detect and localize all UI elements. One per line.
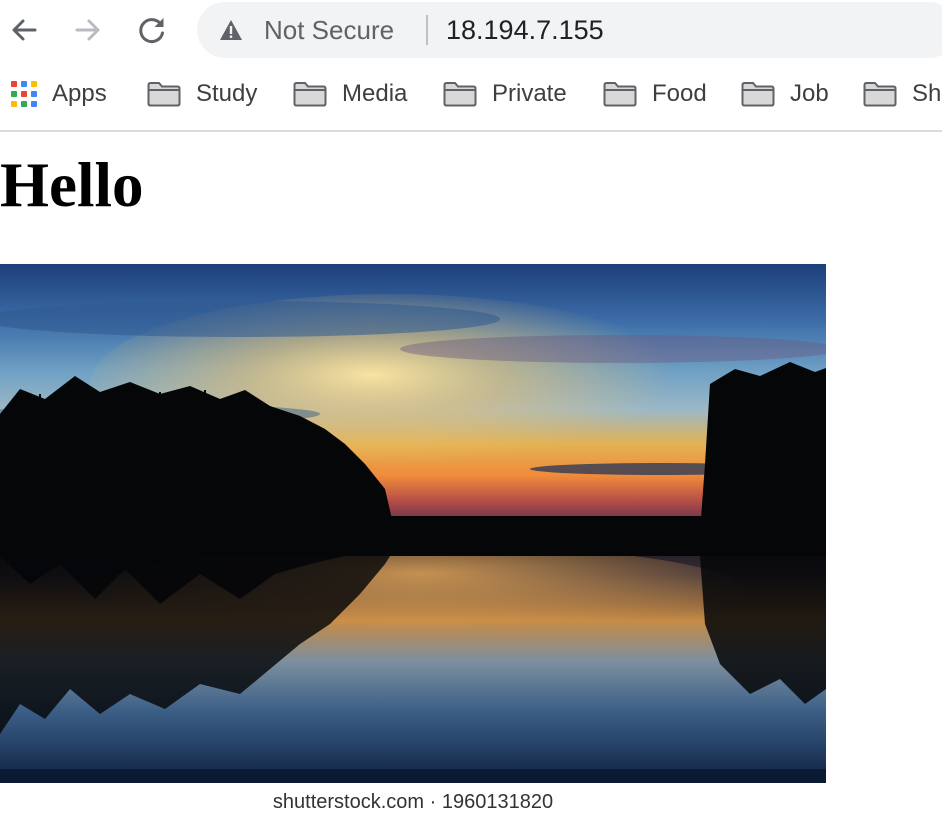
folder-icon <box>293 82 327 107</box>
apps-grid-icon <box>11 81 37 107</box>
bookmark-food[interactable]: Food <box>603 76 707 112</box>
bookmark-job[interactable]: Job <box>741 76 829 112</box>
bookmark-label: Apps <box>52 80 107 107</box>
sunset-lake-photo <box>0 264 826 783</box>
url-text[interactable]: 18.194.7.155 <box>446 14 604 46</box>
bookmarks-bar: Apps Study Media Private Food Job Sh <box>0 62 942 132</box>
browser-toolbar: Not Secure 18.194.7.155 <box>0 0 942 62</box>
omnibox-divider <box>426 15 428 45</box>
folder-icon <box>603 82 637 107</box>
bookmark-label: Study <box>196 80 258 107</box>
reload-icon <box>139 18 164 44</box>
image-caption: shutterstock.com · 1960131820 <box>272 791 554 813</box>
bookmark-media[interactable]: Media <box>293 76 407 112</box>
bookmark-study[interactable]: Study <box>147 76 257 112</box>
bookmark-apps[interactable]: Apps <box>11 76 107 112</box>
bookmark-sh[interactable]: Sh <box>863 76 941 112</box>
folder-icon <box>147 82 181 107</box>
back-button[interactable] <box>4 10 44 50</box>
arrow-right-icon <box>75 19 100 41</box>
forward-button[interactable] <box>68 10 108 50</box>
bookmark-label: Job <box>790 80 829 107</box>
folder-icon <box>741 82 775 107</box>
warning-icon[interactable] <box>219 19 243 41</box>
bookmark-label: Private <box>492 80 567 107</box>
folder-icon <box>863 82 897 107</box>
bookmark-label: Media <box>342 80 408 107</box>
security-status-text[interactable]: Not Secure <box>264 14 394 46</box>
bookmark-private[interactable]: Private <box>443 76 567 112</box>
page-content: Hello shutterstock.com · 1960131820 <box>0 132 942 830</box>
arrow-left-icon <box>12 19 37 41</box>
page-heading: Hello <box>0 150 144 220</box>
folder-icon <box>443 82 477 107</box>
reload-button[interactable] <box>132 10 172 50</box>
address-bar[interactable]: Not Secure 18.194.7.155 <box>197 2 942 58</box>
bookmark-label: Food <box>652 80 707 107</box>
bookmark-label: Sh <box>912 80 942 107</box>
